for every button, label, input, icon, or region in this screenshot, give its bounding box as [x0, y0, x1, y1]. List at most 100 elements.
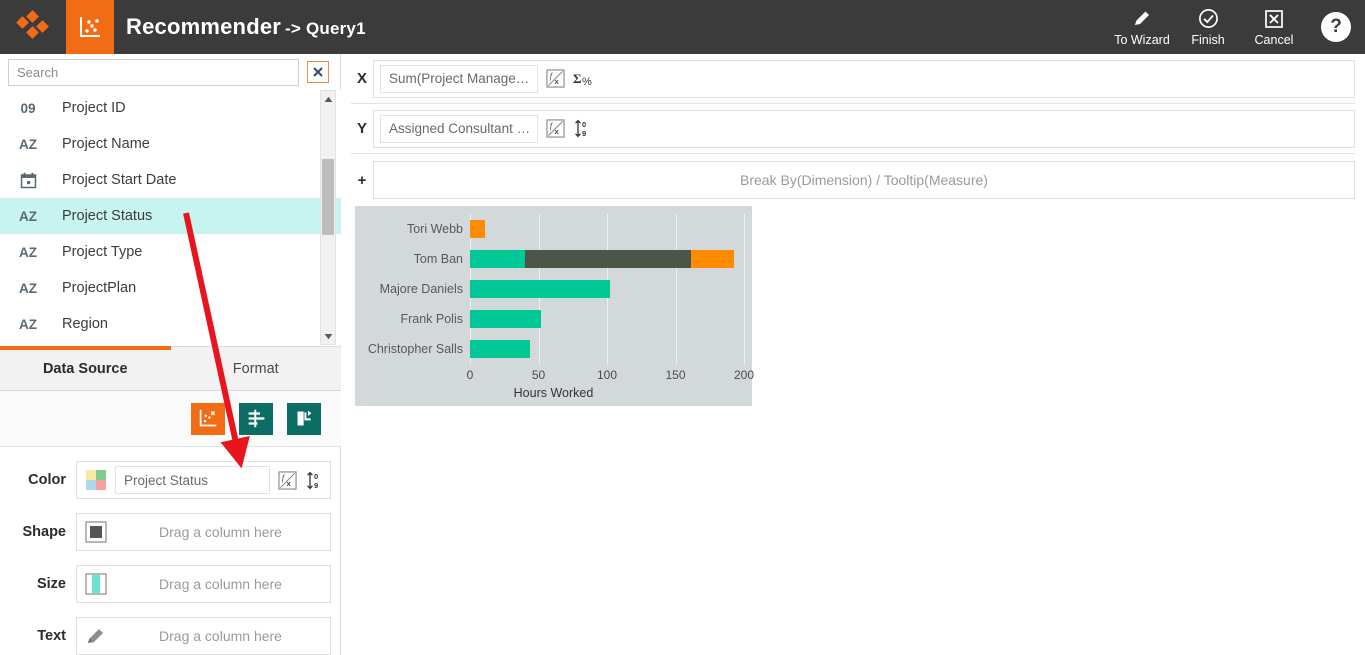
bar-segment[interactable] [470, 250, 525, 268]
y-field-pill[interactable]: Assigned Consultant … [380, 114, 538, 143]
shelf-dropzone-text[interactable]: Drag a column here [76, 617, 331, 655]
field-label: Project Status [62, 208, 153, 224]
shelf-text: Text Drag a column here [0, 610, 341, 655]
break-by-dropzone[interactable]: Break By(Dimension) / Tooltip(Measure) [373, 161, 1355, 199]
tab-format[interactable]: Format [171, 347, 342, 390]
field-label: Project Start Date [62, 172, 177, 188]
scrollbar-thumb[interactable] [322, 159, 334, 235]
bar-segment[interactable] [470, 280, 610, 298]
to-wizard-label: To Wizard [1114, 32, 1170, 47]
field-item-project-name[interactable]: AZ Project Name [0, 126, 341, 162]
x-axis-tick-label: 150 [665, 368, 686, 382]
field-item-project-id[interactable]: 09 Project ID [0, 90, 341, 126]
sort-numeric-icon: 0 9 [575, 119, 586, 138]
chart-gridline [744, 214, 745, 364]
finish-button[interactable]: Finish [1175, 0, 1241, 54]
header-actions: To Wizard Finish Cancel ? [1109, 0, 1357, 54]
bar-segment[interactable] [470, 340, 531, 358]
close-box-icon [1264, 8, 1284, 30]
pencil-icon [83, 624, 109, 648]
field-item-projectplan[interactable]: AZ ProjectPlan [0, 270, 341, 306]
field-item-project-status[interactable]: AZ Project Status [0, 198, 341, 234]
shelf-color: Color Project Status f x 0 9 [0, 454, 341, 506]
y-fx-button[interactable]: f x [544, 118, 566, 140]
page-title: Recommender -> Query1 [126, 14, 366, 40]
svg-text:x: x [554, 77, 559, 86]
help-button[interactable]: ? [1321, 12, 1351, 42]
y-axis-category-label: Frank Polis [400, 312, 463, 326]
clear-search-button[interactable] [307, 61, 329, 83]
field-list: 09 Project ID AZ Project Name Project St… [0, 90, 341, 345]
app-logo[interactable] [0, 0, 66, 54]
to-wizard-button[interactable]: To Wizard [1109, 0, 1175, 54]
field-item-project-type[interactable]: AZ Project Type [0, 234, 341, 270]
shelf-dropzone-color[interactable]: Project Status f x 0 9 [76, 461, 331, 499]
x-fx-button[interactable]: f x [544, 68, 566, 90]
shelf-dropzone-shape[interactable]: Drag a column here [76, 513, 331, 551]
color-fx-button[interactable]: f x [276, 469, 298, 491]
field-label: Project Name [62, 136, 150, 152]
y-axis-category-label: Tom Ban [413, 252, 463, 266]
y-axis-category-label: Majore Daniels [379, 282, 463, 296]
sigma-percent-icon: Σ % [573, 71, 592, 88]
field-item-region[interactable]: AZ Region [0, 306, 341, 342]
x-shelf-dropzone[interactable]: Sum(Project Manage… f x Σ % [373, 59, 1355, 98]
filter-align-button[interactable] [239, 402, 273, 435]
cancel-label: Cancel [1254, 32, 1294, 47]
add-shelf-icon[interactable]: + [351, 172, 373, 189]
svg-text:9: 9 [582, 129, 586, 138]
scroll-up-arrow[interactable] [321, 92, 335, 106]
search-row [0, 54, 341, 90]
bar-segment[interactable] [470, 310, 542, 328]
field-item-project-start-date[interactable]: Project Start Date [0, 162, 341, 198]
shelf-size: Size Drag a column here [0, 558, 341, 610]
shelf-shape: Shape Drag a column here [0, 506, 341, 558]
bar-segment[interactable] [470, 220, 486, 238]
cancel-button[interactable]: Cancel [1241, 0, 1307, 54]
tab-label: Format [232, 360, 279, 377]
size-placeholder: Drag a column here [159, 576, 282, 592]
text-type-icon: AZ [19, 280, 37, 296]
shelf-dropzone-size[interactable]: Drag a column here [76, 565, 331, 603]
left-panel: 09 Project ID AZ Project Name [0, 54, 341, 655]
y-axis-category-label: Tori Webb [406, 222, 463, 236]
field-list-scrollbar[interactable] [320, 90, 336, 345]
field-label: Project ID [62, 100, 126, 116]
y-axis-category-label: Christopher Salls [367, 342, 463, 356]
scatter-chart-icon [80, 17, 100, 37]
x-aggregate-button[interactable]: Σ % [572, 68, 594, 90]
color-sort-button[interactable]: 0 9 [304, 469, 326, 491]
break-shelf-row: + Break By(Dimension) / Tooltip(Measure) [341, 154, 1365, 206]
y-shelf-dropzone[interactable]: Assigned Consultant … f x 0 9 [373, 109, 1355, 148]
x-axis-letter: X [356, 70, 367, 87]
chart-mode-button[interactable] [66, 0, 114, 54]
y-sort-button[interactable]: 0 9 [572, 118, 594, 140]
tab-data-source[interactable]: Data Source [0, 346, 171, 390]
reset-undo-button[interactable] [287, 402, 321, 435]
main-area: X Sum(Project Manage… f x Σ % Y Assigned… [341, 54, 1365, 655]
panel-tabs: Data Source Format [0, 346, 341, 391]
chart-gridline [675, 214, 677, 364]
svg-text:x: x [554, 127, 559, 136]
text-type-icon: AZ [19, 244, 37, 260]
function-fx-icon: f x [545, 69, 565, 88]
svg-text:x: x [286, 479, 291, 488]
tab-label: Data Source [42, 360, 128, 377]
svg-text:0: 0 [582, 120, 586, 129]
color-field-pill[interactable]: Project Status [115, 466, 270, 494]
x-axis-tick-label: 200 [733, 368, 755, 382]
title-text: Recommender [126, 14, 282, 39]
x-axis-tick-label: 0 [466, 368, 474, 382]
shape-placeholder: Drag a column here [159, 524, 282, 540]
x-axis-title: Hours Worked [513, 386, 594, 400]
x-field-pill[interactable]: Sum(Project Manage… [380, 64, 538, 93]
chart-preview[interactable]: 0 50 100 150 200 Tori Webb Tom Ban Majore Danie… [355, 206, 755, 406]
bar-segment[interactable] [690, 250, 735, 268]
scroll-down-arrow[interactable] [321, 329, 335, 343]
chart-type-button[interactable] [191, 402, 225, 435]
text-type-icon: AZ [19, 316, 37, 332]
recommender-window: Recommender -> Query1 To Wizard Finish C… [0, 0, 1365, 655]
bar-segment[interactable] [524, 250, 691, 268]
visual-tools-toolbar [0, 391, 341, 447]
search-input[interactable] [8, 58, 299, 86]
